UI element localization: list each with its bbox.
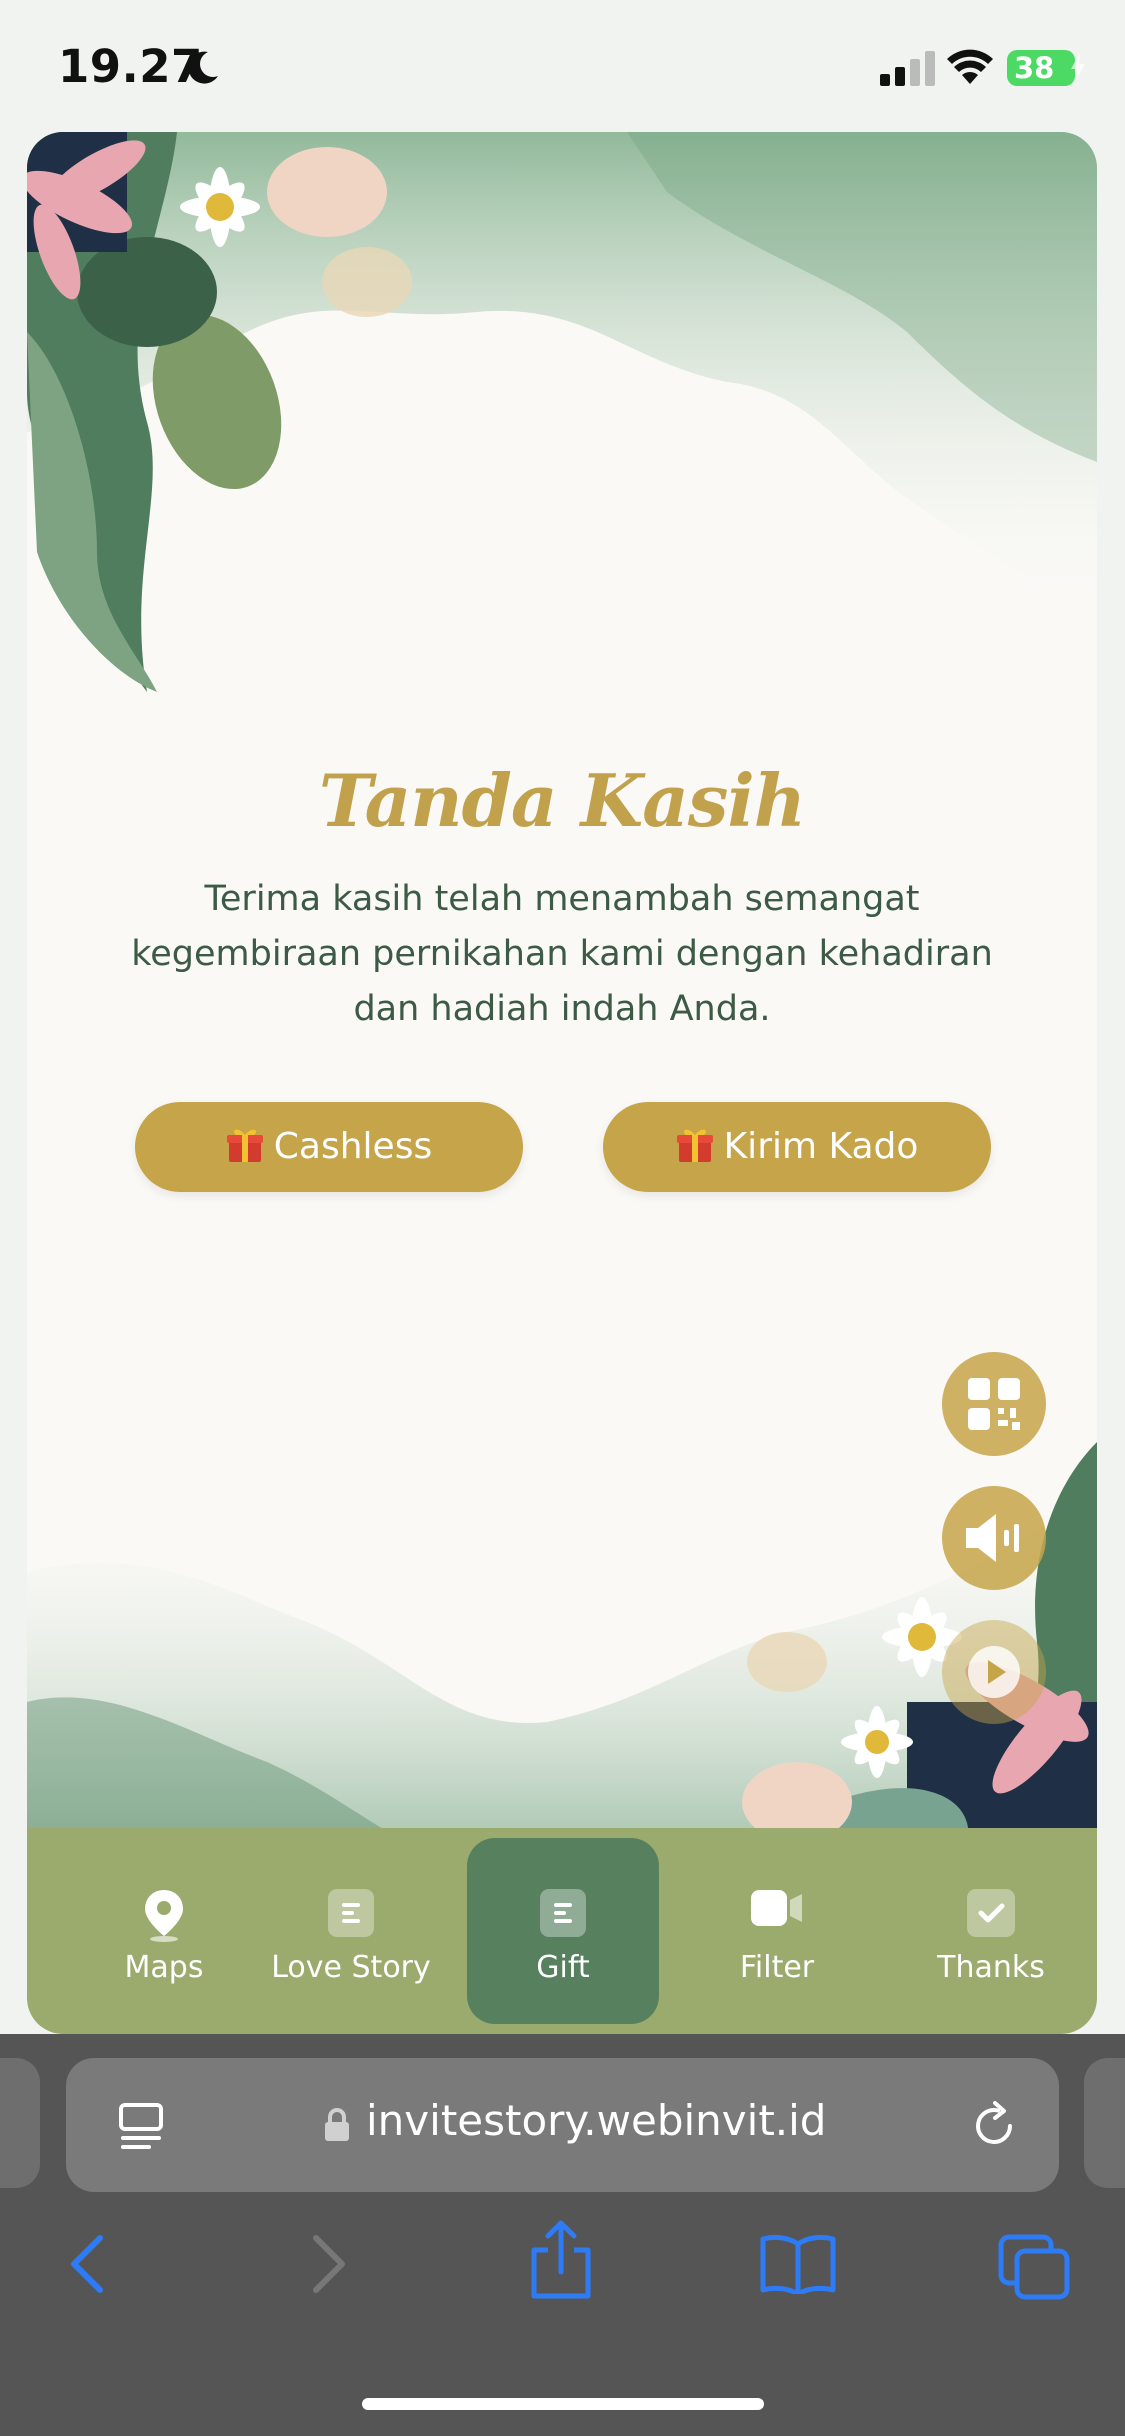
- nav-label-gift: Gift: [536, 1950, 590, 1985]
- url-text: invitestory.webinvit.id: [366, 2096, 827, 2145]
- nav-item-gift[interactable]: Gift: [467, 1838, 659, 2024]
- moon-icon: [188, 51, 218, 84]
- section-message: Terima kasih telah menambah semangat keg…: [131, 879, 993, 1029]
- play-button[interactable]: [942, 1620, 1046, 1724]
- nav-item-filter[interactable]: Filter: [681, 1838, 873, 2024]
- nav-label-thanks: Thanks: [937, 1950, 1045, 1985]
- qr-code-icon: [968, 1378, 1020, 1430]
- cellular-signal-icon: [880, 51, 935, 86]
- nav-label-love-story: Love Story: [271, 1950, 431, 1985]
- home-indicator: [362, 2398, 764, 2410]
- back-icon[interactable]: [66, 2234, 110, 2294]
- kirim-kado-button[interactable]: Kirim Kado: [603, 1102, 991, 1192]
- charging-bolt-icon: [1071, 53, 1085, 81]
- status-bar: 19.27 38: [0, 0, 1125, 130]
- video-camera-icon: [751, 1890, 802, 1926]
- play-icon: [968, 1646, 1020, 1698]
- document-icon: [540, 1889, 586, 1937]
- nav-item-maps[interactable]: Maps: [68, 1838, 260, 2024]
- audio-toggle-button[interactable]: [942, 1486, 1046, 1590]
- nav-item-love-story[interactable]: Love Story: [255, 1838, 447, 2024]
- next-tab-preview[interactable]: [1084, 2058, 1125, 2188]
- document-icon: [328, 1889, 374, 1937]
- browser-bar: invitestory.webinvit.id: [0, 2034, 1125, 2436]
- bottom-navigation: Maps Love Story Gift Filter Thanks: [27, 1828, 1097, 2034]
- wifi-icon: [947, 49, 993, 84]
- map-pin-icon: [145, 1890, 183, 1942]
- previous-tab-preview[interactable]: [0, 2058, 40, 2188]
- speaker-icon: [966, 1514, 1019, 1562]
- nav-label-maps: Maps: [124, 1950, 204, 1985]
- qr-code-button[interactable]: [942, 1352, 1046, 1456]
- browser-toolbar: [0, 2220, 1125, 2344]
- cashless-button-label: Cashless: [273, 1126, 433, 1167]
- cashless-button[interactable]: Cashless: [135, 1102, 523, 1192]
- page-menu-icon: [119, 2103, 163, 2149]
- section-title: Tanda Kasih: [318, 758, 806, 843]
- kirim-kado-button-label: Kirim Kado: [723, 1126, 919, 1167]
- nav-label-filter: Filter: [739, 1950, 815, 1985]
- nav-item-thanks[interactable]: Thanks: [895, 1838, 1087, 2024]
- gift-icon: [676, 1129, 713, 1162]
- address-bar[interactable]: invitestory.webinvit.id: [66, 2058, 1059, 2192]
- floral-top-left: [27, 132, 412, 692]
- forward-icon[interactable]: [306, 2234, 350, 2294]
- battery-indicator: 38: [1007, 50, 1085, 86]
- invitation-card: Tanda Kasih Terima kasih telah menambah …: [27, 132, 1097, 2034]
- checkmark-icon: [967, 1889, 1015, 1937]
- reload-icon[interactable]: [968, 2100, 1020, 2152]
- share-icon[interactable]: [528, 2220, 594, 2300]
- tabs-icon[interactable]: [998, 2234, 1070, 2300]
- battery-level: 38: [1014, 51, 1055, 85]
- bookmarks-icon[interactable]: [760, 2234, 836, 2294]
- gift-icon: [226, 1129, 263, 1162]
- lock-icon: [325, 2108, 349, 2141]
- watercolor-top-decoration: [27, 132, 1097, 692]
